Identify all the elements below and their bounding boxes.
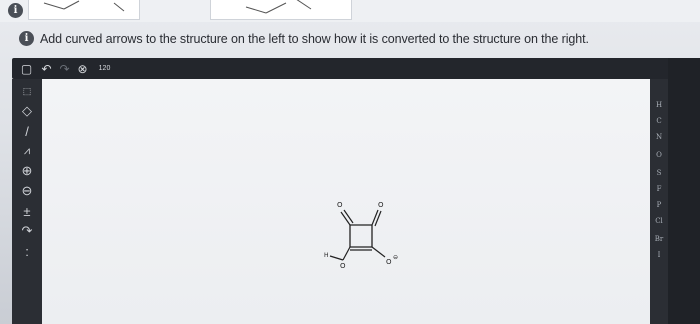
select-icon[interactable]: ⬚ [16,82,38,100]
element-i[interactable]: I [650,251,668,259]
lone-pair-icon[interactable]: : [16,242,38,260]
oxide-oxygen: O [386,258,392,266]
eraser-icon[interactable]: ◇ [16,102,38,120]
hydrogen-atom: H [324,252,329,259]
undo-icon[interactable]: ↶ [38,60,55,77]
question-info-icon: i [19,31,34,46]
arrow-icon[interactable]: ↷ [16,222,38,240]
bond-icon[interactable]: / [16,122,38,140]
element-br[interactable]: Br [650,235,668,243]
negative-charge-label: ⊖ [393,254,398,261]
reactant-thumbnail [28,0,140,20]
question-prompt: Add curved arrows to the structure on th… [40,32,589,46]
molecule-structure: O O H O O ⊖ [324,201,398,270]
zoom-icon[interactable]: ⊗ [74,60,91,77]
positive-charge-icon[interactable]: ⊕ [16,162,38,180]
right-panel-edge [668,58,700,324]
carbonyl-oxygen-left: O [337,201,343,209]
editor-toolbar: ▢ ↶ ↷ ⊗ 120 [12,58,692,79]
negative-charge-icon[interactable]: ⊖ [16,182,38,200]
product-thumbnail-svg [245,0,312,14]
redo-icon[interactable]: ↷ [56,60,73,77]
element-cl[interactable]: Cl [650,217,668,225]
template-icon[interactable]: 120 [96,60,113,77]
element-o[interactable]: O [650,151,668,159]
element-c[interactable]: C [650,117,668,125]
plus-minus-icon[interactable]: ± [16,202,38,220]
chain-icon[interactable]: ⩘ [16,142,38,160]
left-toolbar: ⬚ ◇ / ⩘ ⊕ ⊖ ± ↷ : [12,79,42,324]
info-icon: i [8,3,23,18]
hydroxyl-oxygen: O [340,262,346,270]
element-p[interactable]: P [650,201,668,209]
template-label: 120 [98,65,111,72]
element-n[interactable]: N [650,133,668,141]
product-thumbnail [210,0,352,20]
element-s[interactable]: S [650,169,668,177]
carbonyl-oxygen-right: O [378,201,384,209]
new-document-icon[interactable]: ▢ [18,60,35,77]
element-h[interactable]: H [650,101,668,109]
reactant-thumbnail-svg [43,0,125,12]
element-palette: H C N O S F P Cl Br I [650,79,668,324]
element-f[interactable]: F [650,185,668,193]
